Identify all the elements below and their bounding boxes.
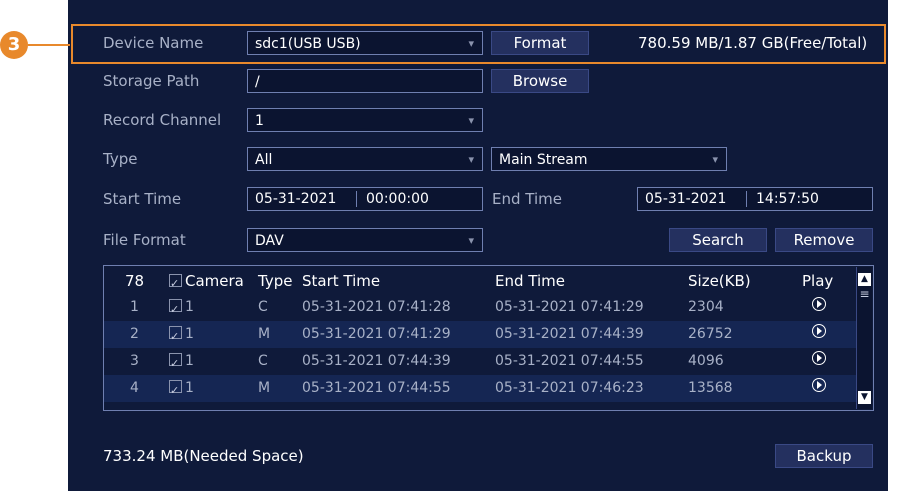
search-button[interactable]: Search [669, 228, 767, 252]
row-end-time: 05-31-2021 07:44:39 [495, 326, 644, 342]
table-scrollbar[interactable]: ▲ ≡ ▼ [856, 267, 872, 409]
row-type: M [258, 326, 271, 342]
end-date-value[interactable]: 05-31-2021 [638, 188, 726, 210]
row-checkbox-icon[interactable] [169, 323, 182, 350]
record-channel-value: 1 [255, 113, 264, 129]
header-end-time: End Time [495, 272, 565, 290]
stream-value: Main Stream [499, 152, 588, 168]
end-time-field[interactable]: 05-31-2021 14:57:50 [637, 187, 873, 211]
row-checkbox-icon[interactable] [169, 296, 182, 323]
row-checkbox-icon[interactable] [169, 377, 182, 404]
row-index: 1 [130, 299, 139, 315]
row-size: 26752 [688, 326, 733, 342]
row-type: M [258, 380, 271, 396]
header-start-time: Start Time [302, 272, 381, 290]
row-start-time: 05-31-2021 07:44:55 [302, 380, 451, 396]
row-size: 2304 [688, 299, 724, 315]
end-time-label: End Time [492, 190, 562, 208]
row-type: C [258, 353, 268, 369]
file-format-label: File Format [103, 231, 186, 249]
scroll-down-arrow-icon[interactable]: ▼ [858, 391, 871, 404]
start-time-field[interactable]: 05-31-2021 00:00:00 [247, 187, 483, 211]
row-start-time: 05-31-2021 07:41:29 [302, 326, 451, 342]
device-name-label: Device Name [103, 34, 204, 52]
record-count: 78 [125, 272, 145, 290]
row-index: 2 [130, 326, 139, 342]
file-format-select[interactable]: DAV [247, 228, 483, 252]
row-start-time: 05-31-2021 07:44:39 [302, 353, 451, 369]
play-icon[interactable] [812, 297, 826, 311]
row-index: 4 [130, 380, 139, 396]
storage-space-text: 780.59 MB/1.87 GB(Free/Total) [638, 34, 868, 52]
format-button[interactable]: Format [491, 31, 589, 55]
header-play: Play [802, 272, 834, 290]
row-end-time: 05-31-2021 07:44:55 [495, 353, 644, 369]
table-row[interactable]: 4 1 M 05-31-2021 07:44:55 05-31-2021 07:… [104, 375, 856, 404]
row-end-time: 05-31-2021 07:46:23 [495, 380, 644, 396]
end-time-value[interactable]: 14:57:50 [749, 188, 819, 210]
needed-space-text: 733.24 MB(Needed Space) [103, 447, 304, 465]
row-type: C [258, 299, 268, 315]
header-type: Type [258, 272, 293, 290]
row-size: 13568 [688, 380, 733, 396]
type-label: Type [103, 150, 138, 168]
row-size: 4096 [688, 353, 724, 369]
play-icon[interactable] [812, 378, 826, 392]
end-time-divider [746, 191, 747, 207]
storage-path-label: Storage Path [103, 72, 200, 90]
file-format-value: DAV [255, 233, 284, 249]
select-all-checkbox-icon[interactable] [169, 271, 182, 297]
record-channel-label: Record Channel [103, 111, 222, 129]
storage-path-input[interactable]: / [247, 69, 483, 93]
row-end-time: 05-31-2021 07:41:29 [495, 299, 644, 315]
recordings-table: 78 Camera Type Start Time End Time Size(… [103, 265, 874, 411]
callout-line [28, 44, 70, 46]
header-camera[interactable]: Camera [169, 268, 244, 297]
row-index: 3 [130, 353, 139, 369]
type-value: All [255, 152, 273, 168]
header-size: Size(KB) [688, 272, 751, 290]
backup-button[interactable]: Backup [775, 444, 873, 468]
browse-button[interactable]: Browse [491, 69, 589, 93]
remove-button[interactable]: Remove [775, 228, 873, 252]
row-camera: 1 [185, 299, 194, 315]
device-name-select[interactable]: sdc1(USB USB) [247, 31, 483, 55]
type-select[interactable]: All [247, 147, 483, 171]
table-row[interactable]: 1 1 C 05-31-2021 07:41:28 05-31-2021 07:… [104, 294, 856, 323]
row-camera: 1 [185, 326, 194, 342]
scroll-up-arrow-icon[interactable]: ▲ [858, 273, 871, 286]
play-icon[interactable] [812, 351, 826, 365]
row-start-time: 05-31-2021 07:41:28 [302, 299, 451, 315]
row-camera: 1 [185, 353, 194, 369]
start-time-value[interactable]: 00:00:00 [359, 188, 429, 210]
start-time-divider [356, 191, 357, 207]
scroll-thumb-icon[interactable]: ≡ [859, 287, 870, 301]
play-icon[interactable] [812, 324, 826, 338]
record-channel-select[interactable]: 1 [247, 108, 483, 132]
device-name-value: sdc1(USB USB) [255, 36, 361, 52]
table-row[interactable]: 3 1 C 05-31-2021 07:44:39 05-31-2021 07:… [104, 348, 856, 377]
start-time-label: Start Time [103, 190, 182, 208]
start-date-value[interactable]: 05-31-2021 [248, 188, 336, 210]
stream-select[interactable]: Main Stream [491, 147, 727, 171]
table-row[interactable]: 2 1 M 05-31-2021 07:41:29 05-31-2021 07:… [104, 321, 856, 350]
table-header-row: 78 Camera Type Start Time End Time Size(… [104, 268, 856, 297]
row-camera: 1 [185, 380, 194, 396]
header-camera-label: Camera [185, 272, 244, 290]
row-checkbox-icon[interactable] [169, 350, 182, 377]
step-callout-badge: 3 [0, 31, 28, 59]
